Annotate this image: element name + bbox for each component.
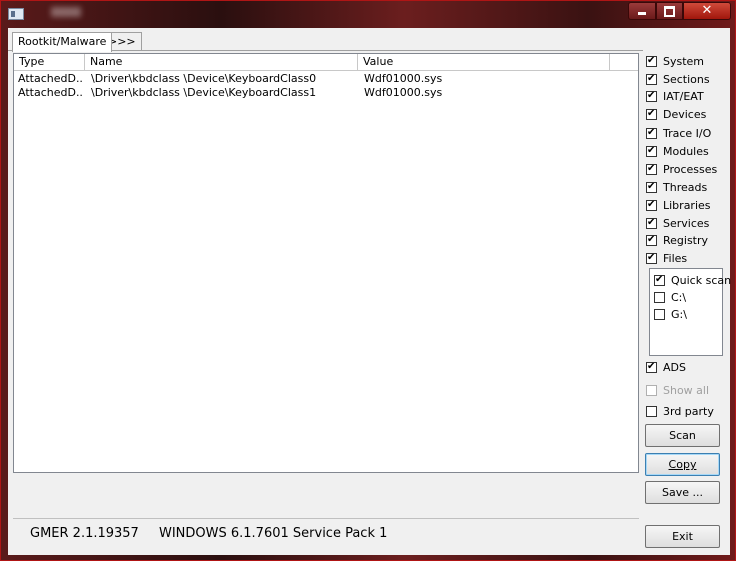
drive-label: Quick scan [671, 274, 732, 287]
option-ads[interactable]: ADS [646, 360, 686, 376]
option-label: Devices [663, 108, 707, 121]
copy-label: Copy [668, 458, 697, 471]
option-sections[interactable]: Sections [646, 72, 710, 88]
checkbox-icon[interactable] [646, 54, 657, 67]
column-header-value[interactable]: Value [358, 54, 610, 71]
tab-strip: Rootkit/Malware >>> [8, 32, 730, 52]
checkbox-icon [646, 385, 657, 396]
minimize-icon [638, 12, 646, 15]
checkbox-icon[interactable] [646, 233, 657, 246]
checkbox-icon[interactable] [646, 144, 657, 157]
option-iat-eat[interactable]: IAT/EAT [646, 89, 704, 105]
minimize-button[interactable] [628, 2, 656, 20]
option-registry[interactable]: Registry [646, 233, 708, 249]
version-text: GMER 2.1.19357 [30, 526, 139, 541]
option-label: Registry [663, 234, 709, 247]
save-button[interactable]: Save ... [645, 481, 720, 504]
cell-type: AttachedD... [18, 72, 82, 85]
checkbox-icon[interactable] [646, 251, 657, 264]
option-trace-io[interactable]: Trace I/O [646, 126, 711, 142]
scan-button[interactable]: Scan [645, 424, 720, 447]
option-devices[interactable]: Devices [646, 107, 706, 123]
os-text: WINDOWS 6.1.7601 Service Pack 1 [158, 526, 388, 541]
checkbox-icon[interactable] [646, 180, 657, 193]
option-3rd-party[interactable]: 3rd party [646, 404, 714, 420]
option-label: 3rd party [663, 405, 714, 418]
cell-value: Wdf01000.sys [364, 72, 443, 85]
option-label: ADS [663, 361, 686, 374]
option-modules[interactable]: Modules [646, 144, 709, 160]
option-label: Show all [663, 384, 710, 397]
close-icon: ✕ [701, 3, 713, 18]
option-services[interactable]: Services [646, 216, 709, 232]
checkbox-icon[interactable] [646, 198, 657, 211]
option-label: Services [663, 217, 710, 230]
option-label: System [663, 55, 705, 68]
checkbox-icon[interactable] [654, 273, 665, 286]
checkbox-icon[interactable] [646, 162, 657, 175]
option-label: Libraries [663, 199, 711, 212]
option-label: Files [663, 252, 688, 265]
option-show-all: Show all [646, 383, 709, 399]
checkbox-icon[interactable] [646, 406, 657, 417]
list-header: Type Name Value [14, 54, 638, 71]
table-row[interactable]: AttachedD... \Driver\kbdclass \Device\Ke… [14, 72, 638, 86]
blurred-title [51, 7, 81, 17]
checkbox-icon[interactable] [646, 107, 657, 120]
app-window: ✕ Rootkit/Malware >>> Type Name Value At… [0, 0, 736, 561]
copy-button[interactable]: Copy [645, 453, 720, 476]
cell-name: \Driver\kbdclass \Device\KeyboardClass1 [91, 86, 317, 99]
column-header-name[interactable]: Name [85, 54, 358, 71]
option-label: Modules [663, 145, 709, 158]
option-libraries[interactable]: Libraries [646, 198, 711, 214]
checkbox-icon[interactable] [646, 360, 657, 373]
option-label: IAT/EAT [663, 90, 704, 103]
checkbox-icon[interactable] [654, 309, 665, 320]
cell-name: \Driver\kbdclass \Device\KeyboardClass0 [91, 72, 317, 85]
drive-label: G:\ [671, 308, 687, 321]
drive-c[interactable]: C:\ [654, 290, 686, 306]
option-label: Trace I/O [663, 127, 712, 140]
close-button[interactable]: ✕ [683, 2, 731, 20]
checkbox-icon[interactable] [654, 292, 665, 303]
option-system[interactable]: System [646, 54, 704, 70]
checkbox-icon[interactable] [646, 89, 657, 102]
option-label: Sections [663, 73, 710, 86]
title-bar[interactable]: ✕ [1, 1, 736, 25]
checkbox-icon[interactable] [646, 72, 657, 85]
cell-type: AttachedD... [18, 86, 82, 99]
exit-button[interactable]: Exit [645, 525, 720, 548]
status-bar: GMER 2.1.19357 WINDOWS 6.1.7601 Service … [13, 518, 639, 551]
cell-value: Wdf01000.sys [364, 86, 443, 99]
drive-quick-scan[interactable]: Quick scan [654, 273, 731, 289]
drive-g[interactable]: G:\ [654, 307, 687, 323]
checkbox-icon[interactable] [646, 216, 657, 229]
option-processes[interactable]: Processes [646, 162, 717, 178]
drives-list[interactable]: Quick scan C:\ G:\ [649, 268, 731, 356]
option-files[interactable]: Files [646, 251, 687, 267]
maximize-icon [664, 6, 675, 17]
checkbox-icon[interactable] [646, 126, 657, 139]
option-threads[interactable]: Threads [646, 180, 707, 196]
drive-label: C:\ [671, 291, 687, 304]
column-header-filler [610, 54, 638, 71]
client-area: Rootkit/Malware >>> Type Name Value Atta… [8, 28, 731, 555]
option-label: Threads [663, 181, 708, 194]
maximize-button[interactable] [656, 2, 683, 20]
app-icon [8, 8, 24, 20]
option-label: Processes [663, 163, 718, 176]
table-row[interactable]: AttachedD... \Driver\kbdclass \Device\Ke… [14, 86, 638, 100]
results-list[interactable]: Type Name Value AttachedD... \Driver\kbd… [13, 53, 639, 473]
column-header-type[interactable]: Type [14, 54, 85, 71]
tab-rootkit-malware[interactable]: Rootkit/Malware [12, 32, 113, 52]
